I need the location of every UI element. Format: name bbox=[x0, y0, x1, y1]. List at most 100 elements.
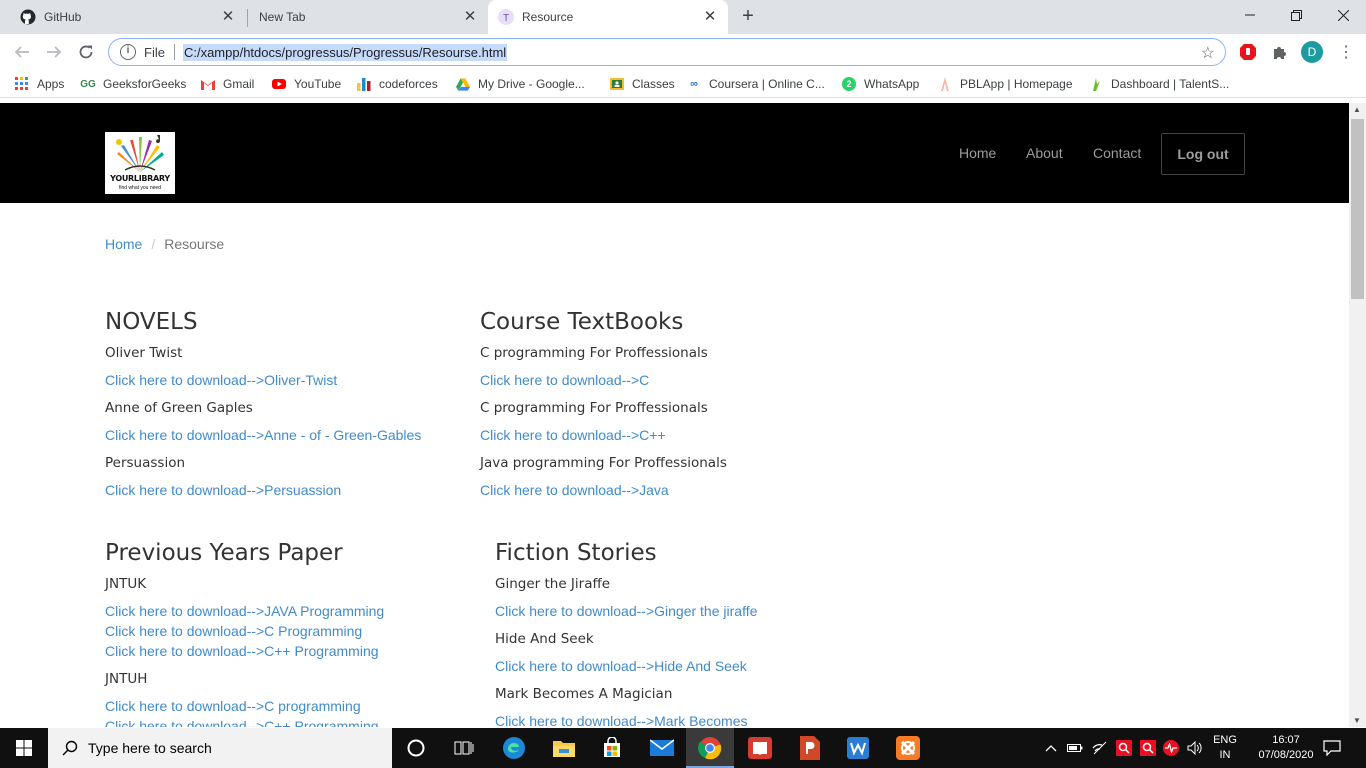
bookmark-coursera[interactable]: ∞ Coursera | Online C... bbox=[687, 76, 825, 92]
breadcrumb-separator: / bbox=[151, 236, 156, 252]
task-view-icon[interactable] bbox=[440, 728, 488, 768]
cortana-icon[interactable] bbox=[392, 728, 440, 768]
menu-kebab-icon[interactable]: ⋮ bbox=[1336, 42, 1356, 62]
system-clock[interactable]: 16:07 07/08/2020 bbox=[1254, 733, 1318, 763]
wps-icon[interactable] bbox=[834, 728, 882, 768]
textbook-download-link[interactable]: Click here to download-->C bbox=[480, 372, 649, 388]
store-icon[interactable] bbox=[588, 728, 636, 768]
story-download-link[interactable]: Click here to download-->Hide And Seek bbox=[495, 658, 747, 674]
close-icon[interactable]: ✕ bbox=[220, 9, 236, 25]
search-alert-icon[interactable] bbox=[1116, 740, 1132, 756]
bookmark-talent-dashboard[interactable]: Dashboard | TalentS... bbox=[1089, 76, 1229, 92]
tab-resource[interactable]: T Resource ✕ bbox=[488, 0, 728, 34]
nav-contact-link[interactable]: Contact bbox=[1093, 145, 1141, 161]
bookmark-apps[interactable]: Apps bbox=[15, 76, 64, 92]
edge-icon[interactable] bbox=[490, 728, 538, 768]
security-label: File bbox=[144, 44, 165, 60]
browser-toolbar: i File C:/xampp/htdocs/progressus/Progre… bbox=[0, 34, 1366, 70]
apps-grid-icon bbox=[15, 77, 29, 91]
close-window-button[interactable] bbox=[1320, 0, 1366, 30]
tab-new-tab[interactable]: New Tab ✕ bbox=[248, 0, 488, 34]
chrome-icon[interactable] bbox=[686, 728, 734, 768]
adblock-extension-icon[interactable] bbox=[1238, 42, 1258, 62]
textbook-download-link[interactable]: Click here to download-->Java bbox=[480, 482, 669, 498]
logo-tagline: find what you need bbox=[119, 185, 161, 191]
notification-center-icon[interactable] bbox=[1320, 738, 1344, 758]
restore-button[interactable] bbox=[1273, 0, 1319, 30]
powerpoint-icon[interactable] bbox=[786, 728, 834, 768]
close-icon[interactable]: ✕ bbox=[462, 9, 478, 25]
coursera-icon: ∞ bbox=[690, 78, 698, 90]
bookmark-label: codeforces bbox=[379, 77, 438, 91]
bookmark-youtube[interactable]: YouTube bbox=[272, 76, 341, 92]
breadcrumb-home-link[interactable]: Home bbox=[105, 236, 142, 252]
story-download-link[interactable]: Click here to download-->Mark Becomes bbox=[495, 713, 748, 727]
bookmark-gmail[interactable]: Gmail bbox=[201, 76, 254, 92]
page-scrollbar[interactable]: ▲ ▼ bbox=[1349, 103, 1366, 727]
tab-github[interactable]: GitHub ✕ bbox=[0, 0, 246, 34]
logout-button[interactable]: Log out bbox=[1161, 133, 1245, 175]
novel-download-link[interactable]: Click here to download-->Persuassion bbox=[105, 482, 341, 498]
svg-text:T: T bbox=[503, 13, 509, 24]
minimize-button[interactable] bbox=[1227, 0, 1273, 30]
scroll-up-arrow-icon[interactable]: ▲ bbox=[1353, 105, 1361, 114]
paper-download-link[interactable]: Click here to download-->C++ Programming bbox=[105, 643, 379, 659]
novel-title: Persuassion bbox=[105, 455, 186, 471]
language-indicator[interactable]: ENG IN bbox=[1212, 733, 1238, 763]
url-text[interactable]: C:/xampp/htdocs/progressus/Progressus/Re… bbox=[182, 43, 508, 61]
volume-icon[interactable] bbox=[1187, 740, 1203, 756]
new-tab-button[interactable]: + bbox=[737, 6, 759, 28]
tab-strip: GitHub ✕ New Tab ✕ T Resource ✕ + bbox=[0, 0, 1366, 34]
battery-icon[interactable] bbox=[1067, 740, 1083, 756]
info-icon[interactable]: i bbox=[120, 44, 136, 60]
textbooks-heading: Course TextBooks bbox=[480, 309, 684, 335]
bookmark-label: WhatsApp bbox=[864, 77, 920, 91]
scroll-down-arrow-icon[interactable]: ▼ bbox=[1353, 716, 1361, 725]
windows-start-button[interactable] bbox=[0, 728, 48, 768]
paper-download-link[interactable]: Click here to download-->C++ Programming bbox=[105, 718, 379, 727]
bookmark-geeksforgeeks[interactable]: GG GeeksforGeeks bbox=[80, 76, 187, 92]
bookmark-classes[interactable]: Classes bbox=[610, 76, 675, 92]
bookmarks-bar: Apps GG GeeksforGeeks Gmail YouTube code… bbox=[0, 70, 1366, 98]
xampp-icon[interactable] bbox=[884, 728, 932, 768]
tab-title: Resource bbox=[522, 10, 574, 24]
address-bar[interactable]: i File C:/xampp/htdocs/progressus/Progre… bbox=[108, 38, 1226, 66]
close-icon[interactable]: ✕ bbox=[702, 9, 718, 25]
site-logo[interactable]: YOURLIBRARY find what you need bbox=[105, 132, 175, 194]
search-alert-icon[interactable] bbox=[1140, 740, 1156, 756]
breadcrumb: Home / Resourse bbox=[105, 236, 224, 252]
reader-icon[interactable] bbox=[736, 728, 784, 768]
bookmark-pblapp[interactable]: PBLApp | Homepage bbox=[938, 76, 1073, 92]
bookmark-label: Classes bbox=[632, 77, 675, 91]
reload-button[interactable] bbox=[74, 40, 98, 64]
story-download-link[interactable]: Click here to download-->Ginger the jira… bbox=[495, 603, 757, 619]
back-button[interactable] bbox=[10, 40, 34, 64]
extensions-puzzle-icon[interactable] bbox=[1270, 42, 1290, 62]
paper-download-link[interactable]: Click here to download-->C programming bbox=[105, 698, 361, 714]
mail-icon[interactable] bbox=[638, 728, 686, 768]
textbook-download-link[interactable]: Click here to download-->C++ bbox=[480, 427, 666, 443]
file-explorer-icon[interactable] bbox=[540, 728, 588, 768]
novel-download-link[interactable]: Click here to download-->Anne - of - Gre… bbox=[105, 427, 421, 443]
site-navbar: YOURLIBRARY find what you need Home Abou… bbox=[0, 103, 1349, 203]
profile-avatar[interactable]: D bbox=[1301, 41, 1323, 63]
bookmark-label: Dashboard | TalentS... bbox=[1111, 77, 1230, 91]
bookmark-codeforces[interactable]: codeforces bbox=[357, 76, 438, 92]
forward-button[interactable] bbox=[42, 40, 66, 64]
novel-download-link[interactable]: Click here to download-->Oliver-Twist bbox=[105, 372, 337, 388]
paper-download-link[interactable]: Click here to download-->JAVA Programmin… bbox=[105, 603, 384, 619]
nav-about-link[interactable]: About bbox=[1026, 145, 1063, 161]
bookmark-whatsapp[interactable]: 2 WhatsApp bbox=[842, 76, 919, 92]
wifi-icon[interactable] bbox=[1092, 740, 1108, 756]
bookmark-star-icon[interactable]: ☆ bbox=[1201, 43, 1215, 63]
nav-home-link[interactable]: Home bbox=[959, 145, 996, 161]
taskbar-search[interactable]: Type here to search bbox=[48, 728, 392, 768]
paper-download-link[interactable]: Click here to download-->C Programming bbox=[105, 623, 362, 639]
chevron-up-icon[interactable] bbox=[1043, 740, 1059, 756]
bookmark-my-drive[interactable]: My Drive - Google... bbox=[456, 76, 585, 92]
bookmark-label: GeeksforGeeks bbox=[103, 77, 187, 91]
classroom-icon bbox=[610, 77, 624, 91]
scroll-thumb[interactable] bbox=[1351, 119, 1364, 299]
pulse-monitor-icon[interactable] bbox=[1163, 740, 1179, 756]
windows-taskbar: Type here to search ENG IN 16:07 07/08/2… bbox=[0, 728, 1366, 768]
